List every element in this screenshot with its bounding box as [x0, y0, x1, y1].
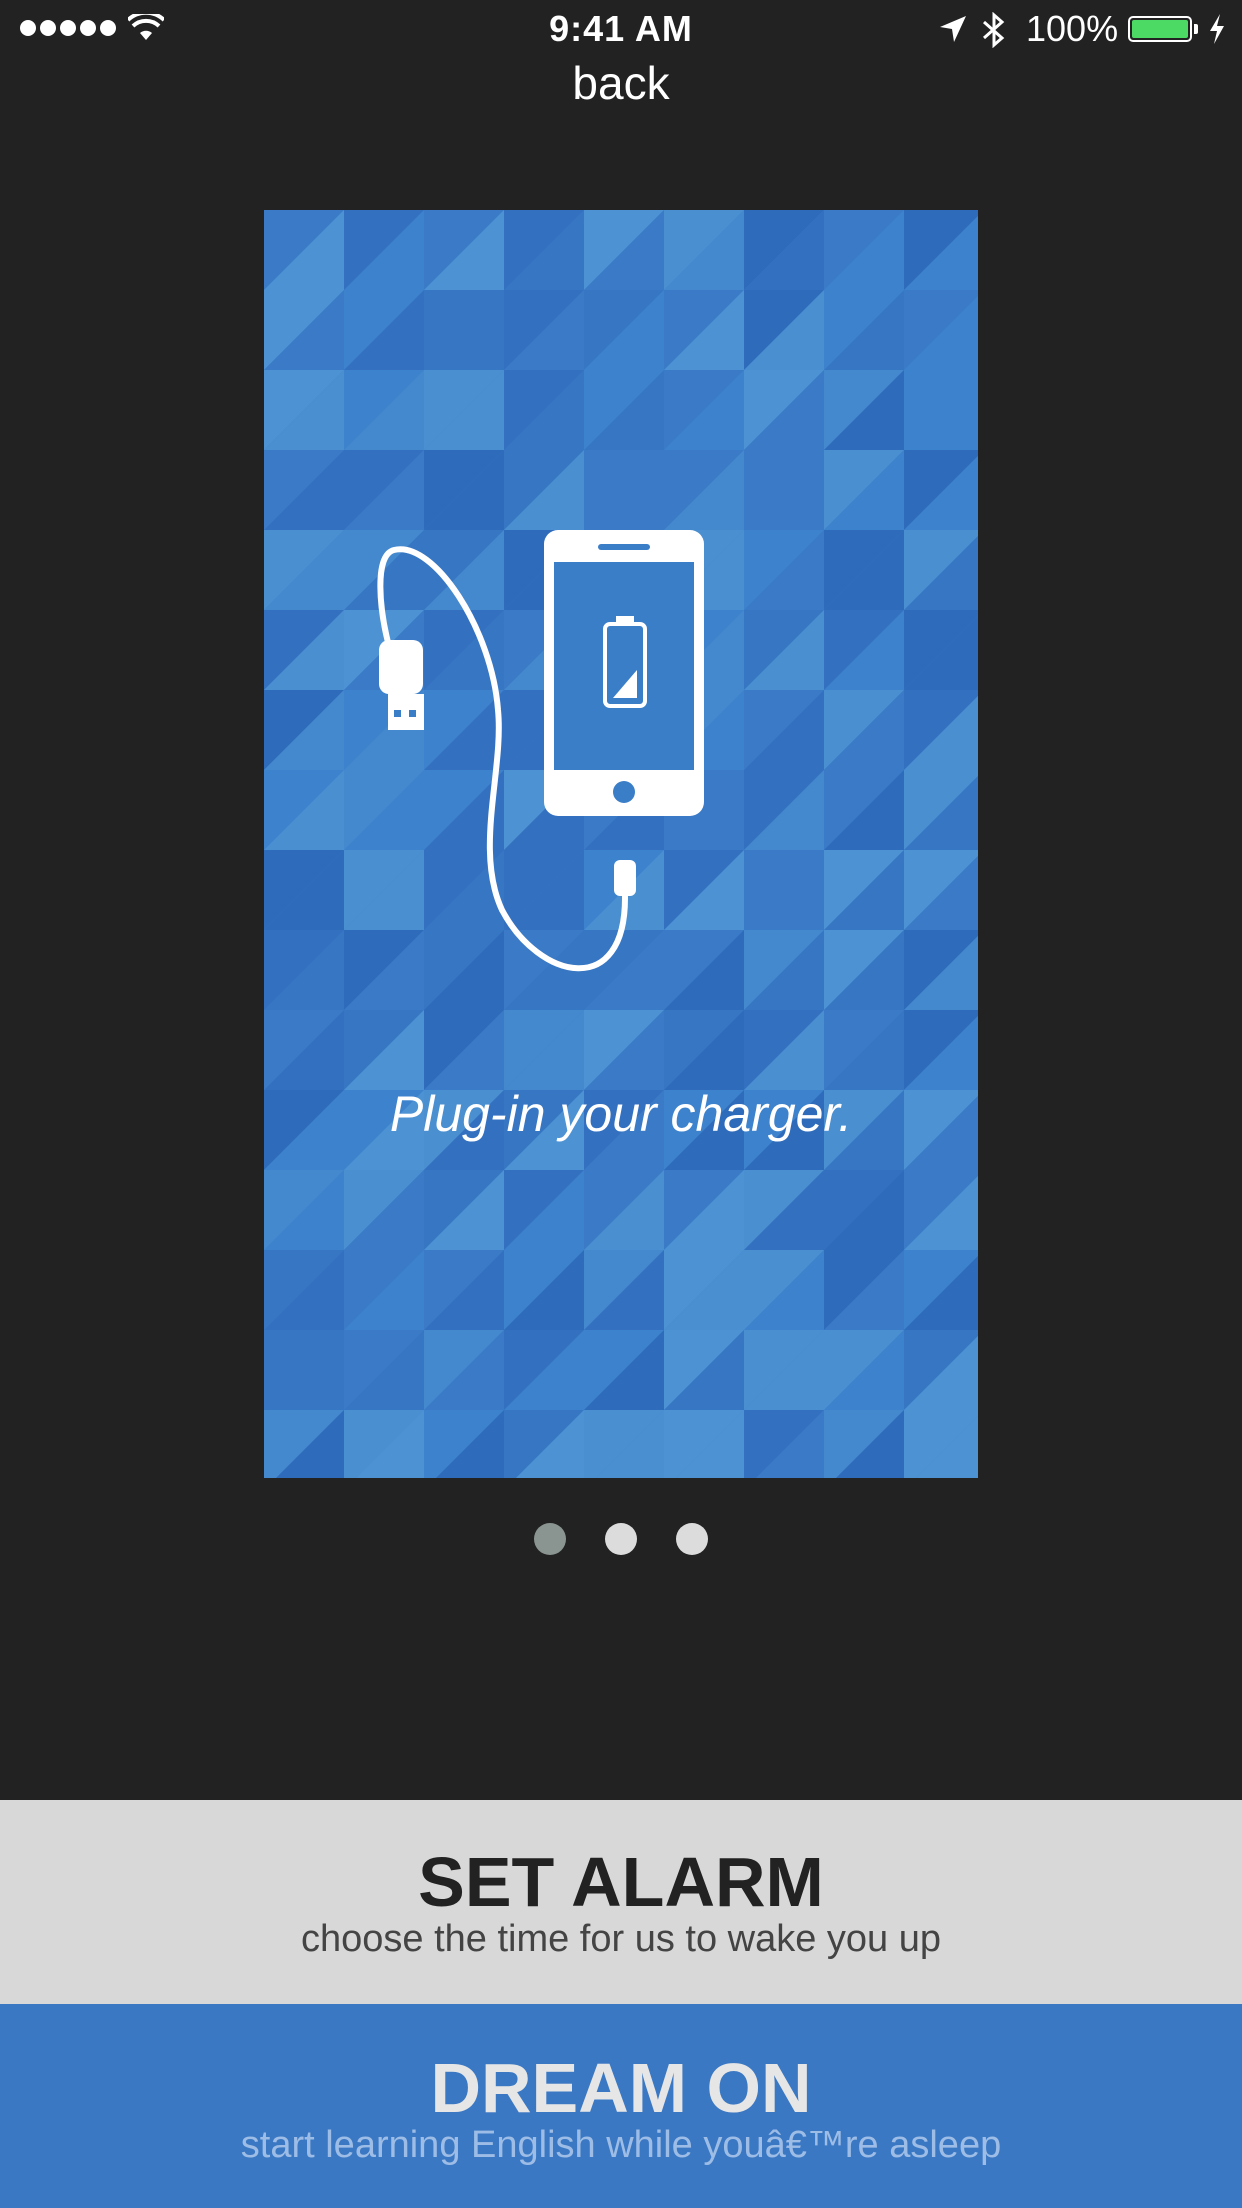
charging-icon: [1210, 14, 1224, 44]
page-dot-2[interactable]: [605, 1523, 637, 1555]
location-icon: [940, 16, 966, 42]
battery-icon: [1128, 16, 1192, 42]
set-alarm-title: SET ALARM: [418, 1843, 824, 1921]
set-alarm-subtitle: choose the time for us to wake you up: [300, 1918, 942, 1960]
battery-percent: 100%: [1026, 8, 1119, 49]
page-dot-3[interactable]: [676, 1523, 708, 1555]
status-bar: 9:41 AM 100%: [0, 0, 1242, 60]
page-indicator[interactable]: [0, 1523, 1242, 1555]
page-dot-1[interactable]: [534, 1523, 566, 1555]
tutorial-caption: Plug-in your charger.: [389, 1086, 853, 1142]
tutorial-card[interactable]: Plug-in your charger.: [264, 210, 978, 1478]
dream-on-button[interactable]: DREAM ON start learning English while yo…: [0, 2004, 1242, 2208]
bluetooth-icon: [983, 12, 1005, 48]
set-alarm-button[interactable]: SET ALARM choose the time for us to wake…: [0, 1800, 1242, 2004]
dream-on-subtitle: start learning English while youâ€™re as…: [240, 2124, 1002, 2166]
back-button[interactable]: back: [0, 56, 1242, 110]
phone-charger-illustration: [377, 530, 704, 972]
dream-on-title: DREAM ON: [430, 2049, 812, 2127]
